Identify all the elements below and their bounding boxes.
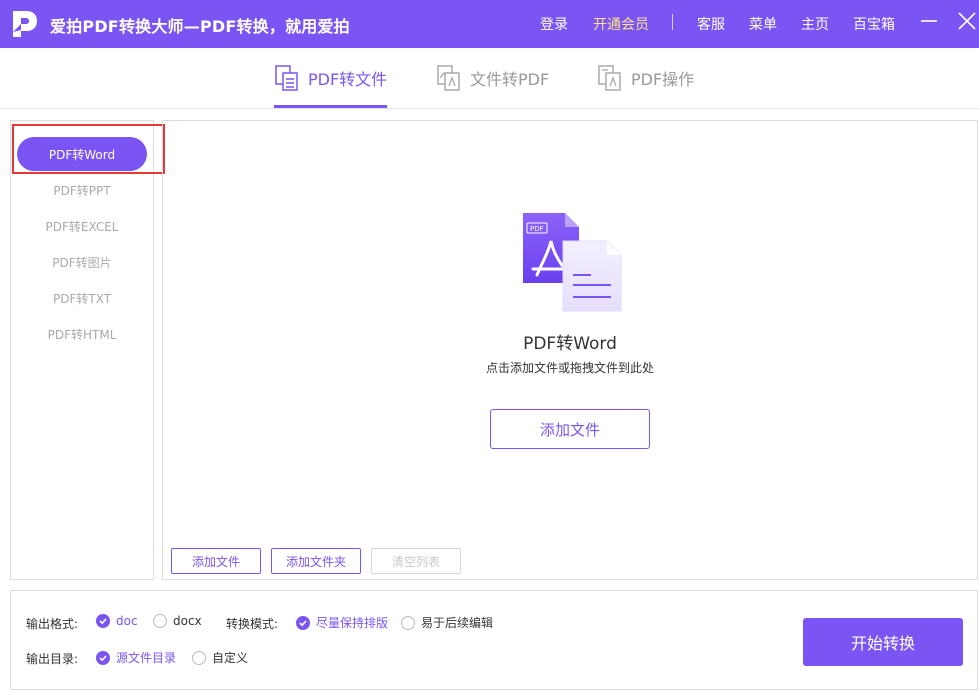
pdf-to-file-icon bbox=[275, 65, 298, 91]
add-file-small-button[interactable]: 添加文件 bbox=[171, 548, 261, 574]
start-conversion-button[interactable]: 开始转换 bbox=[803, 618, 963, 666]
dir-source-radio[interactable]: 源文件目录 bbox=[96, 649, 176, 666]
tab-bar: PDF转文件 文件转PDF PDF操作 bbox=[0, 48, 979, 109]
tab-pdf-operations[interactable]: PDF操作 bbox=[597, 48, 694, 108]
radio-label: 源文件目录 bbox=[116, 651, 177, 665]
nav-divider bbox=[672, 14, 673, 30]
title-bar: 爱拍PDF转换大师—PDF转换，就用爱拍 登录 开通会员 客服 菜单 主页 百宝… bbox=[0, 0, 979, 48]
sidebar-item-pdf-to-txt[interactable]: PDF转TXT bbox=[17, 281, 147, 315]
clear-list-button[interactable]: 清空列表 bbox=[371, 548, 461, 574]
active-tab-underline bbox=[274, 105, 388, 108]
output-directory-label: 输出目录: bbox=[26, 652, 79, 666]
drop-zone-hint: 点击添加文件或拖拽文件到此处 bbox=[485, 361, 654, 375]
conversion-mode-label: 转换模式: bbox=[226, 617, 279, 631]
radio-label: 易于后续编辑 bbox=[421, 616, 494, 630]
login-link[interactable]: 登录 bbox=[540, 14, 568, 34]
drop-zone[interactable]: PDF PDF转Word 点击添加文件或拖拽文件到此处 添加文件 添加文件 添加… bbox=[162, 120, 978, 580]
tab-file-to-pdf[interactable]: 文件转PDF bbox=[436, 48, 549, 108]
pdf-operations-icon bbox=[598, 65, 621, 91]
menu-link[interactable]: 菜单 bbox=[749, 14, 777, 34]
checkmark-icon bbox=[296, 615, 310, 630]
radio-label: 尽量保持排版 bbox=[316, 616, 389, 630]
home-link[interactable]: 主页 bbox=[801, 14, 829, 34]
sidebar: PDF转Word PDF转PPT PDF转EXCEL PDF转图片 PDF转TX… bbox=[10, 120, 154, 580]
pdf-badge-text: PDF bbox=[530, 225, 544, 233]
tab-pdf-to-file[interactable]: PDF转文件 bbox=[274, 48, 388, 108]
mode-easy-edit-radio[interactable]: 易于后续编辑 bbox=[401, 614, 493, 631]
radio-empty-icon bbox=[153, 614, 167, 628]
mode-keep-layout-radio[interactable]: 尽量保持排版 bbox=[296, 614, 388, 631]
tab-label: PDF操作 bbox=[631, 70, 695, 89]
app-logo-icon bbox=[13, 11, 37, 37]
sidebar-item-pdf-to-excel[interactable]: PDF转EXCEL bbox=[17, 209, 147, 243]
file-to-pdf-icon bbox=[437, 65, 460, 91]
dir-custom-radio[interactable]: 自定义 bbox=[192, 649, 248, 666]
output-format-label: 输出格式: bbox=[26, 617, 79, 631]
sidebar-item-pdf-to-ppt[interactable]: PDF转PPT bbox=[17, 173, 147, 207]
checkmark-icon bbox=[96, 614, 110, 628]
add-file-button[interactable]: 添加文件 bbox=[490, 409, 650, 449]
conversion-options-panel: 输出格式: doc docx 转换模式: 尽量保持排版 易于后续编辑 输出目录:… bbox=[10, 590, 978, 690]
format-doc-radio[interactable]: doc bbox=[96, 614, 138, 628]
drop-zone-title: PDF转Word bbox=[523, 334, 617, 354]
pdf-to-word-illustration-icon: PDF bbox=[523, 213, 622, 312]
vip-link[interactable]: 开通会员 bbox=[593, 14, 649, 34]
radio-label: docx bbox=[173, 614, 202, 628]
radio-label: doc bbox=[116, 614, 138, 628]
sidebar-item-pdf-to-image[interactable]: PDF转图片 bbox=[17, 245, 147, 279]
radio-label: 自定义 bbox=[212, 651, 249, 665]
sidebar-item-pdf-to-html[interactable]: PDF转HTML bbox=[17, 317, 147, 351]
app-title: 爱拍PDF转换大师—PDF转换，就用爱拍 bbox=[50, 17, 350, 36]
close-icon[interactable] bbox=[956, 10, 978, 32]
toolbox-link[interactable]: 百宝箱 bbox=[853, 14, 895, 34]
tab-label: PDF转文件 bbox=[308, 70, 388, 89]
minimize-icon[interactable] bbox=[918, 10, 940, 32]
checkmark-icon bbox=[96, 650, 110, 665]
sidebar-item-pdf-to-word[interactable]: PDF转Word bbox=[17, 137, 147, 171]
tab-label: 文件转PDF bbox=[470, 70, 550, 89]
add-folder-button[interactable]: 添加文件夹 bbox=[271, 548, 361, 574]
radio-empty-icon bbox=[401, 615, 415, 630]
format-docx-radio[interactable]: docx bbox=[153, 614, 202, 628]
radio-empty-icon bbox=[192, 650, 206, 665]
service-link[interactable]: 客服 bbox=[697, 14, 725, 34]
